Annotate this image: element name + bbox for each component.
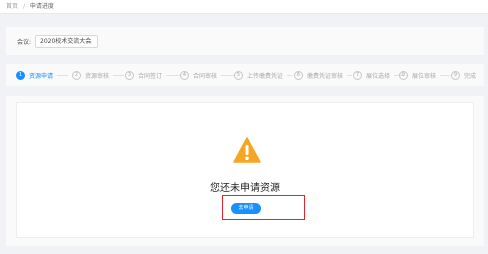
empty-state-message: 您还未申请资源	[210, 183, 280, 194]
step-label: 合同签订	[138, 73, 163, 80]
step-number: 7	[353, 71, 362, 80]
step-5: 5 上传缴费凭证	[234, 70, 293, 81]
step-number: 1	[16, 71, 25, 80]
meeting-filter-bar: 会议: 2020校术交流大会 ⌄	[6, 27, 484, 55]
step-number: 6	[294, 71, 303, 80]
apply-button[interactable]: 去申请	[231, 203, 261, 214]
step-label: 资源审核	[85, 73, 110, 80]
step-number: 9	[451, 71, 460, 80]
breadcrumb-separator: /	[22, 3, 25, 10]
chevron-down-icon: ⌄	[88, 37, 94, 45]
step-label: 合同审核	[193, 73, 218, 80]
step-1: 1 资源申请	[16, 70, 69, 81]
breadcrumb-current: 申请进度	[29, 3, 54, 10]
step-connector	[347, 75, 353, 76]
empty-state-card: 您还未申请资源 去申请	[16, 102, 474, 238]
step-label: 完成	[464, 73, 477, 80]
step-label: 缴费凭证审核	[307, 73, 344, 80]
step-6: 6 缴费凭证审核	[294, 70, 353, 81]
step-connector	[287, 75, 293, 76]
step-label: 展位选择	[366, 73, 391, 80]
step-2: 2 资源审核	[72, 70, 125, 81]
warning-icon	[233, 137, 261, 163]
step-connector	[166, 75, 181, 76]
breadcrumb-home[interactable]: 首页	[6, 3, 18, 10]
step-number: 4	[180, 71, 189, 80]
step-label: 展位审核	[412, 73, 437, 80]
step-number: 5	[234, 71, 243, 80]
step-number: 2	[72, 71, 81, 80]
meeting-select[interactable]: 2020校术交流大会 ⌄	[35, 34, 99, 48]
step-connector	[57, 75, 69, 76]
content-panel: 您还未申请资源 去申请	[6, 96, 484, 246]
step-4: 4 合同审核	[180, 70, 236, 81]
meeting-select-value: 2020校术交流大会	[40, 37, 92, 45]
meeting-label: 会议:	[17, 38, 32, 46]
step-connector	[221, 75, 236, 76]
progress-steps: 1 资源申请 2 资源审核 3 合同签订 4 合同审核 5 上传缴费凭证 6 缴…	[6, 64, 484, 86]
step-9: 9 完成	[451, 70, 476, 81]
breadcrumb: 首页 / 申请进度	[0, 0, 488, 14]
step-label: 上传缴费凭证	[247, 73, 284, 80]
step-label: 资源申请	[29, 73, 54, 80]
step-connector	[440, 75, 451, 76]
step-number: 8	[399, 71, 408, 80]
step-number: 3	[125, 71, 134, 80]
step-7: 7 展位选择	[353, 70, 405, 81]
step-connector	[113, 75, 125, 76]
step-3: 3 合同签订	[125, 70, 181, 81]
step-8: 8 展位审核	[399, 70, 451, 81]
